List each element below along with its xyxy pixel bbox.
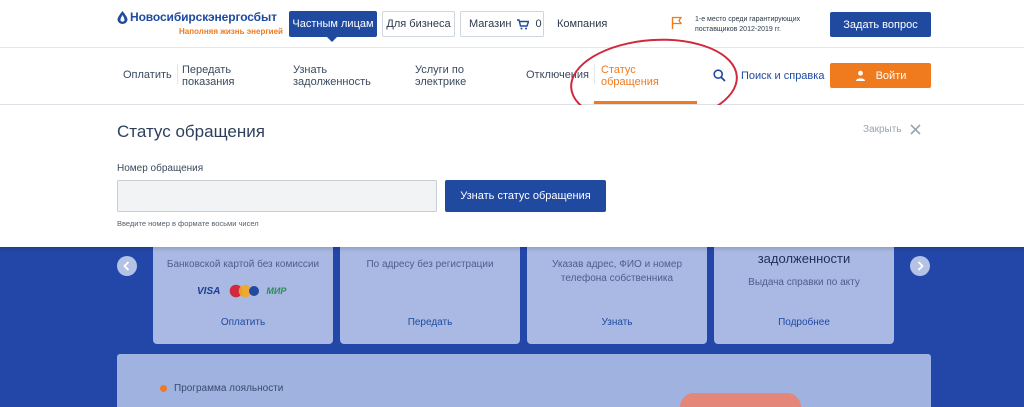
promo-graphic bbox=[680, 393, 801, 407]
nav-divider bbox=[177, 64, 178, 84]
card-description: Выдача справки по акту bbox=[748, 277, 860, 288]
business-tab[interactable]: Для бизнеса bbox=[382, 11, 455, 37]
active-tab-underline bbox=[594, 101, 697, 104]
carousel-next-button[interactable] bbox=[910, 256, 930, 276]
service-card-readings: По адресу без регистрации Передать bbox=[340, 247, 520, 344]
award-text: 1-е место среди гарантирующих поставщико… bbox=[695, 16, 801, 33]
service-card-debt: Указав адрес, ФИО и номер телефона собст… bbox=[527, 247, 707, 344]
top-bar: Новосибирскэнергосбыт Наполняя жизнь эне… bbox=[0, 0, 1024, 48]
nav-item-meter-readings[interactable]: Передать показания bbox=[182, 64, 250, 88]
card-description: Указав адрес, ФИО и номер телефона собст… bbox=[551, 259, 683, 284]
drop-logo-icon bbox=[117, 11, 128, 24]
panel-title: Статус обращения bbox=[117, 122, 265, 141]
company-link[interactable]: Компания bbox=[549, 11, 611, 37]
shop-label: Магазин bbox=[469, 18, 512, 30]
submit-readings-link[interactable]: Передать bbox=[340, 317, 520, 328]
request-number-input[interactable] bbox=[117, 180, 437, 212]
card-description: По адресу без регистрации bbox=[366, 259, 494, 270]
mastercard-logo bbox=[230, 284, 260, 298]
card-description: Банковской картой без комиссии bbox=[166, 259, 320, 270]
card-title: задолженности bbox=[757, 251, 851, 266]
user-icon bbox=[855, 70, 865, 81]
close-icon[interactable] bbox=[910, 124, 921, 135]
cart-count: 0 bbox=[535, 18, 542, 30]
bullet-dot bbox=[160, 385, 167, 392]
loyalty-program-label: Программа лояльности bbox=[174, 383, 284, 394]
ask-question-button[interactable]: Задать вопрос bbox=[830, 12, 931, 37]
brand-slogan: Наполняя жизнь энергией bbox=[179, 27, 283, 36]
search-help-link[interactable]: Поиск и справка bbox=[741, 70, 824, 82]
shop-button[interactable]: Магазин 0 bbox=[460, 11, 544, 37]
close-link[interactable]: Закрыть bbox=[863, 124, 902, 135]
service-card-certificate: задолженности Выдача справки по акту Под… bbox=[714, 247, 894, 344]
login-button[interactable]: Войти bbox=[830, 63, 931, 88]
cart-icon bbox=[517, 18, 530, 29]
request-status-panel: Статус обращения Закрыть Номер обращения… bbox=[0, 105, 1024, 247]
chevron-left-icon bbox=[123, 261, 130, 271]
find-out-link[interactable]: Узнать bbox=[527, 317, 707, 328]
mir-logo: МИР bbox=[266, 286, 287, 296]
loyalty-banner[interactable]: Программа лояльности bbox=[117, 354, 931, 407]
input-hint: Введите номер в формате восьми чисел bbox=[117, 219, 259, 228]
nav-item-pay[interactable]: Оплатить bbox=[123, 69, 172, 81]
private-clients-tab[interactable]: Частным лицам bbox=[289, 11, 377, 42]
payment-logos: VISA МИР bbox=[197, 284, 286, 298]
nav-divider bbox=[594, 64, 595, 84]
request-number-label: Номер обращения bbox=[117, 163, 204, 174]
carousel-prev-button[interactable] bbox=[117, 256, 137, 276]
visa-logo: VISA bbox=[197, 285, 221, 297]
nav-item-outages[interactable]: Отключения bbox=[526, 69, 589, 81]
search-icon[interactable] bbox=[713, 69, 726, 82]
login-label: Войти bbox=[875, 69, 907, 82]
nav-item-electric-services[interactable]: Услуги по электрике bbox=[415, 64, 487, 88]
flag-icon bbox=[671, 16, 683, 29]
check-status-button[interactable]: Узнать статус обращения bbox=[445, 180, 606, 212]
service-card-pay: Банковской картой без комиссии VISA МИР … bbox=[153, 247, 333, 344]
chevron-right-icon bbox=[917, 261, 924, 271]
main-nav: Оплатить Передать показания Узнать задол… bbox=[0, 48, 1024, 105]
brand-name: Новосибирскэнергосбыт bbox=[130, 10, 277, 24]
services-section: Банковской картой без комиссии VISA МИР … bbox=[0, 247, 1024, 407]
pay-link[interactable]: Оплатить bbox=[153, 317, 333, 328]
nav-item-request-status[interactable]: Статус обращения bbox=[601, 64, 671, 88]
more-link[interactable]: Подробнее bbox=[714, 317, 894, 328]
nav-item-debt[interactable]: Узнать задолженность bbox=[293, 64, 373, 88]
